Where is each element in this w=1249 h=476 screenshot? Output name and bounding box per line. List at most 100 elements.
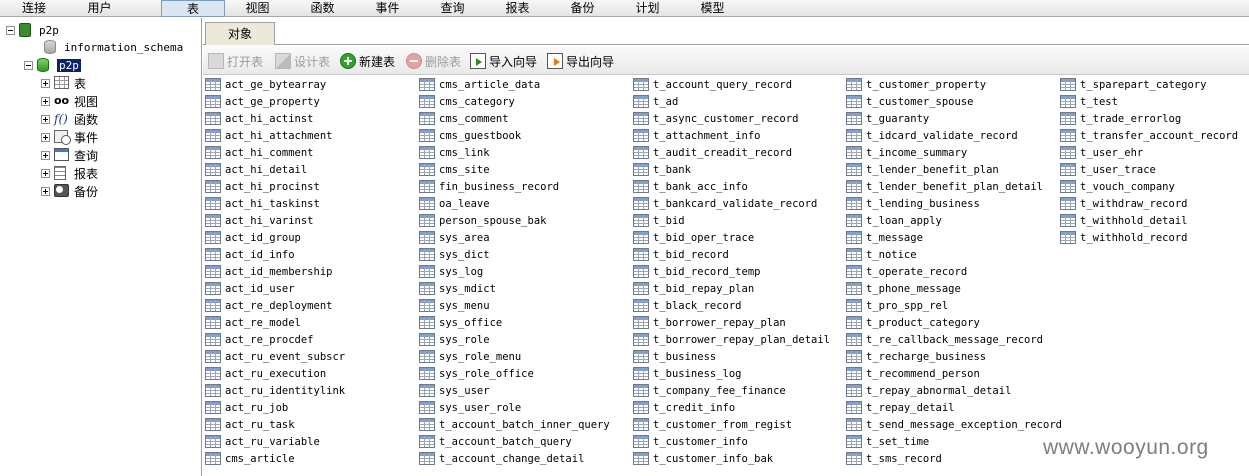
tree-category-reports[interactable]: 报表 bbox=[41, 164, 98, 182]
table-item[interactable]: t_company_fee_finance bbox=[633, 382, 786, 399]
menu-table[interactable]: 表 bbox=[161, 0, 225, 17]
expand-icon[interactable] bbox=[41, 132, 50, 142]
table-item[interactable]: t_guaranty bbox=[846, 110, 929, 127]
table-item[interactable]: t_account_change_detail bbox=[419, 450, 584, 467]
table-item[interactable]: t_user_trace bbox=[1060, 161, 1156, 178]
table-item[interactable]: t_customer_info bbox=[633, 433, 748, 450]
tree-category-views[interactable]: oo 视图 bbox=[41, 92, 98, 110]
table-item[interactable]: sys_office bbox=[419, 314, 502, 331]
menu-function[interactable]: 函数 bbox=[290, 0, 355, 17]
table-item[interactable]: t_customer_info_bak bbox=[633, 450, 773, 467]
menu-query[interactable]: 查询 bbox=[420, 0, 485, 17]
table-item[interactable]: t_customer_property bbox=[846, 76, 986, 93]
table-item[interactable]: act_ru_event_subscr bbox=[205, 348, 345, 365]
table-item[interactable]: t_withhold_detail bbox=[1060, 212, 1187, 229]
table-item[interactable]: cms_article_data bbox=[419, 76, 540, 93]
table-item[interactable]: t_re_callback_message_record bbox=[846, 331, 1043, 348]
table-item[interactable]: cms_link bbox=[419, 144, 490, 161]
tree-category-queries[interactable]: 查询 bbox=[41, 146, 98, 164]
table-item[interactable]: act_id_info bbox=[205, 246, 295, 263]
table-item[interactable]: t_async_customer_record bbox=[633, 110, 798, 127]
table-item[interactable]: t_repay_abnormal_detail bbox=[846, 382, 1011, 399]
table-item[interactable]: person_spouse_bak bbox=[419, 212, 546, 229]
table-item[interactable]: cms_comment bbox=[419, 110, 509, 127]
table-item[interactable]: t_lending_business bbox=[846, 195, 980, 212]
table-item[interactable]: t_send_message_exception_record bbox=[846, 416, 1062, 433]
table-item[interactable]: cms_category bbox=[419, 93, 515, 110]
table-item[interactable]: fin_business_record bbox=[419, 178, 559, 195]
tree-category-functions[interactable]: f() 函数 bbox=[41, 110, 98, 128]
table-item[interactable]: t_transfer_account_record bbox=[1060, 127, 1238, 144]
table-item[interactable]: t_idcard_validate_record bbox=[846, 127, 1018, 144]
table-item[interactable]: t_bid_record_temp bbox=[633, 263, 760, 280]
table-item[interactable]: t_black_record bbox=[633, 297, 742, 314]
table-item[interactable]: oa_leave bbox=[419, 195, 490, 212]
table-item[interactable]: sys_menu bbox=[419, 297, 490, 314]
import-wizard-button[interactable]: 导入向导 bbox=[470, 52, 537, 70]
table-item[interactable]: act_id_group bbox=[205, 229, 301, 246]
table-item[interactable]: t_loan_apply bbox=[846, 212, 942, 229]
table-item[interactable]: act_ru_job bbox=[205, 399, 288, 416]
table-item[interactable]: t_pro_spp_rel bbox=[846, 297, 948, 314]
tree-database-p2p[interactable]: p2p bbox=[24, 56, 81, 74]
table-item[interactable]: act_hi_procinst bbox=[205, 178, 320, 195]
table-item[interactable]: t_customer_from_regist bbox=[633, 416, 792, 433]
table-item[interactable]: t_withhold_record bbox=[1060, 229, 1187, 246]
table-item[interactable]: sys_user_role bbox=[419, 399, 521, 416]
table-item[interactable]: t_audit_creadit_record bbox=[633, 144, 792, 161]
table-item[interactable]: t_bankcard_validate_record bbox=[633, 195, 817, 212]
menu-model[interactable]: 模型 bbox=[680, 0, 745, 17]
collapse-icon[interactable] bbox=[6, 25, 15, 35]
table-item[interactable]: t_attachment_info bbox=[633, 127, 760, 144]
table-item[interactable]: t_lender_benefit_plan bbox=[846, 161, 999, 178]
menu-connect[interactable]: 连接 bbox=[0, 0, 68, 17]
table-item[interactable]: t_bid_oper_trace bbox=[633, 229, 754, 246]
tree-category-tables[interactable]: 表 bbox=[41, 74, 86, 92]
open-table-button[interactable]: 打开表 bbox=[208, 52, 263, 70]
table-item[interactable]: t_credit_info bbox=[633, 399, 735, 416]
table-item[interactable]: t_sparepart_category bbox=[1060, 76, 1206, 93]
expand-icon[interactable] bbox=[41, 168, 50, 178]
table-item[interactable]: t_phone_message bbox=[846, 280, 961, 297]
table-item[interactable]: t_repay_detail bbox=[846, 399, 955, 416]
table-item[interactable]: t_borrower_repay_plan_detail bbox=[633, 331, 830, 348]
table-item[interactable]: t_vouch_company bbox=[1060, 178, 1175, 195]
table-item[interactable]: act_hi_taskinst bbox=[205, 195, 320, 212]
table-item[interactable]: t_account_batch_inner_query bbox=[419, 416, 610, 433]
table-item[interactable]: act_re_deployment bbox=[205, 297, 332, 314]
menu-backup[interactable]: 备份 bbox=[550, 0, 615, 17]
table-item[interactable]: t_recommend_person bbox=[846, 365, 980, 382]
table-item[interactable]: sys_dict bbox=[419, 246, 490, 263]
table-item[interactable]: t_set_time bbox=[846, 433, 929, 450]
table-item[interactable]: act_ru_identitylink bbox=[205, 382, 345, 399]
table-item[interactable]: cms_article bbox=[205, 450, 295, 467]
table-item[interactable]: t_lender_benefit_plan_detail bbox=[846, 178, 1043, 195]
table-item[interactable]: t_trade_errorlog bbox=[1060, 110, 1181, 127]
table-item[interactable]: t_notice bbox=[846, 246, 917, 263]
table-item[interactable]: act_re_model bbox=[205, 314, 301, 331]
menu-report[interactable]: 报表 bbox=[485, 0, 550, 17]
table-item[interactable]: act_hi_varinst bbox=[205, 212, 314, 229]
expand-icon[interactable] bbox=[41, 150, 50, 160]
table-item[interactable]: t_customer_spouse bbox=[846, 93, 973, 110]
table-item[interactable]: t_recharge_business bbox=[846, 348, 986, 365]
menu-schedule[interactable]: 计划 bbox=[615, 0, 680, 17]
table-item[interactable]: t_user_ehr bbox=[1060, 144, 1143, 161]
table-item[interactable]: t_business_log bbox=[633, 365, 742, 382]
delete-table-button[interactable]: 删除表 bbox=[406, 52, 461, 70]
table-item[interactable]: act_id_user bbox=[205, 280, 295, 297]
table-item[interactable]: sys_log bbox=[419, 263, 483, 280]
table-item[interactable]: t_account_query_record bbox=[633, 76, 792, 93]
table-item[interactable]: t_sms_record bbox=[846, 450, 942, 467]
table-item[interactable]: t_bid_repay_plan bbox=[633, 280, 754, 297]
table-item[interactable]: act_ru_variable bbox=[205, 433, 320, 450]
tab-objects[interactable]: 对象 bbox=[205, 22, 275, 45]
table-item[interactable]: t_income_summary bbox=[846, 144, 967, 161]
tree-connection[interactable]: p2p bbox=[6, 21, 59, 39]
table-item[interactable]: act_ge_bytearray bbox=[205, 76, 326, 93]
design-table-button[interactable]: 设计表 bbox=[275, 52, 330, 70]
table-item[interactable]: act_id_membership bbox=[205, 263, 332, 280]
menu-event[interactable]: 事件 bbox=[355, 0, 420, 17]
table-item[interactable]: act_ru_execution bbox=[205, 365, 326, 382]
export-wizard-button[interactable]: 导出向导 bbox=[547, 52, 614, 70]
